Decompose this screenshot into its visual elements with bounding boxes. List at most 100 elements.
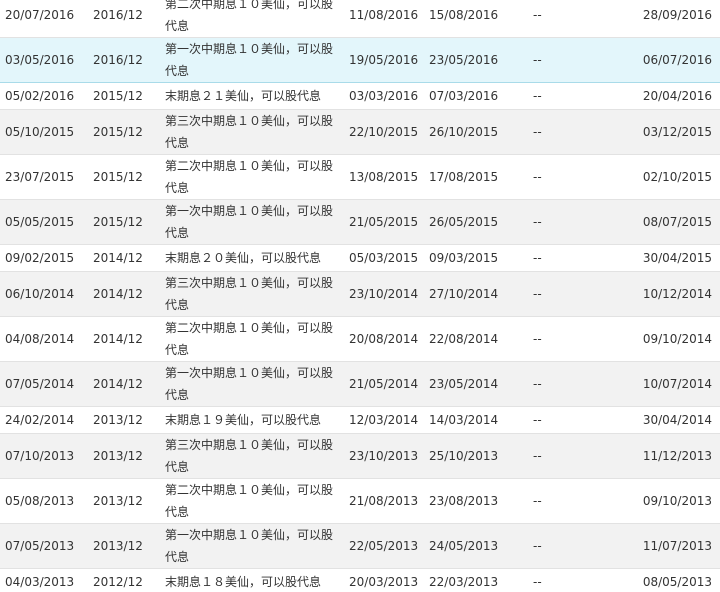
table-row: 24/02/2014 2013/12 末期息１９美仙，可以股代息 12/03/2014…	[0, 406, 720, 434]
scrip-cell: --	[528, 199, 628, 245]
dividend-details-cell: 第二次中期息１０美仙，可以股代息	[160, 154, 344, 200]
table-row: 07/05/2013 2013/12 第一次中期息１０美仙，可以股代息 22/05/2…	[0, 523, 720, 569]
announce-date-cell: 05/05/2015	[0, 199, 88, 245]
pay-date-cell: 02/10/2015	[628, 154, 720, 200]
pay-date-cell: 30/04/2015	[628, 244, 720, 272]
fiscal-year-cell: 2013/12	[88, 406, 160, 434]
table-row: 05/10/2015 2015/12 第三次中期息１０美仙，可以股代息 22/10/2…	[0, 109, 720, 155]
scrip-cell: --	[528, 478, 628, 524]
ex-date-cell: 23/10/2013	[344, 433, 424, 479]
dividend-history-table: 20/07/2016 2016/12 第二次中期息１０美仙，可以股代息 11/08/2…	[0, 0, 720, 592]
ex-date-cell: 19/05/2016	[344, 37, 424, 83]
dividend-details-cell: 第三次中期息１０美仙，可以股代息	[160, 109, 344, 155]
book-close-date-cell: 14/03/2014	[424, 406, 528, 434]
pay-date-cell: 10/07/2014	[628, 361, 720, 407]
fiscal-year-cell: 2013/12	[88, 433, 160, 479]
fiscal-year-cell: 2013/12	[88, 523, 160, 569]
pay-date-cell: 20/04/2016	[628, 82, 720, 110]
dividend-details-cell: 第一次中期息１０美仙，可以股代息	[160, 37, 344, 83]
table-row: 06/10/2014 2014/12 第三次中期息１０美仙，可以股代息 23/10/2…	[0, 271, 720, 317]
dividend-details-cell: 末期息１８美仙，可以股代息	[160, 568, 344, 592]
ex-date-cell: 21/08/2013	[344, 478, 424, 524]
book-close-date-cell: 17/08/2015	[424, 154, 528, 200]
pay-date-cell: 11/12/2013	[628, 433, 720, 479]
scrip-cell: --	[528, 244, 628, 272]
ex-date-cell: 20/08/2014	[344, 316, 424, 362]
table-row: 05/08/2013 2013/12 第二次中期息１０美仙，可以股代息 21/08/2…	[0, 478, 720, 524]
table-row: 09/02/2015 2014/12 末期息２０美仙，可以股代息 05/03/2015…	[0, 244, 720, 272]
dividend-details-cell: 第三次中期息１０美仙，可以股代息	[160, 433, 344, 479]
pay-date-cell: 30/04/2014	[628, 406, 720, 434]
table-row: 04/08/2014 2014/12 第二次中期息１０美仙，可以股代息 20/08/2…	[0, 316, 720, 362]
announce-date-cell: 07/05/2014	[0, 361, 88, 407]
book-close-date-cell: 09/03/2015	[424, 244, 528, 272]
scrip-cell: --	[528, 0, 628, 38]
dividend-details-cell: 第二次中期息１０美仙，可以股代息	[160, 0, 344, 38]
scrip-cell: --	[528, 316, 628, 362]
fiscal-year-cell: 2015/12	[88, 109, 160, 155]
dividend-details-cell: 第二次中期息１０美仙，可以股代息	[160, 316, 344, 362]
ex-date-cell: 21/05/2014	[344, 361, 424, 407]
announce-date-cell: 07/10/2013	[0, 433, 88, 479]
announce-date-cell: 20/07/2016	[0, 0, 88, 38]
fiscal-year-cell: 2016/12	[88, 0, 160, 38]
ex-date-cell: 22/10/2015	[344, 109, 424, 155]
fiscal-year-cell: 2014/12	[88, 244, 160, 272]
book-close-date-cell: 24/05/2013	[424, 523, 528, 569]
ex-date-cell: 21/05/2015	[344, 199, 424, 245]
scrip-cell: --	[528, 82, 628, 110]
announce-date-cell: 05/08/2013	[0, 478, 88, 524]
book-close-date-cell: 22/03/2013	[424, 568, 528, 592]
ex-date-cell: 03/03/2016	[344, 82, 424, 110]
announce-date-cell: 24/02/2014	[0, 406, 88, 434]
table-row: 05/05/2015 2015/12 第一次中期息１０美仙，可以股代息 21/05/2…	[0, 199, 720, 245]
pay-date-cell: 11/07/2013	[628, 523, 720, 569]
fiscal-year-cell: 2014/12	[88, 316, 160, 362]
fiscal-year-cell: 2012/12	[88, 568, 160, 592]
ex-date-cell: 12/03/2014	[344, 406, 424, 434]
dividend-details-cell: 末期息１９美仙，可以股代息	[160, 406, 344, 434]
announce-date-cell: 04/03/2013	[0, 568, 88, 592]
scrip-cell: --	[528, 154, 628, 200]
announce-date-cell: 09/02/2015	[0, 244, 88, 272]
scrip-cell: --	[528, 523, 628, 569]
table-row: 07/05/2014 2014/12 第一次中期息１０美仙，可以股代息 21/05/2…	[0, 361, 720, 407]
fiscal-year-cell: 2014/12	[88, 361, 160, 407]
table-row: 20/07/2016 2016/12 第二次中期息１０美仙，可以股代息 11/08/2…	[0, 0, 720, 38]
scrip-cell: --	[528, 109, 628, 155]
book-close-date-cell: 23/05/2016	[424, 37, 528, 83]
book-close-date-cell: 26/05/2015	[424, 199, 528, 245]
table-row: 03/05/2016 2016/12 第一次中期息１０美仙，可以股代息 19/05/2…	[0, 37, 720, 83]
pay-date-cell: 09/10/2014	[628, 316, 720, 362]
ex-date-cell: 05/03/2015	[344, 244, 424, 272]
pay-date-cell: 03/12/2015	[628, 109, 720, 155]
table-row: 07/10/2013 2013/12 第三次中期息１０美仙，可以股代息 23/10/2…	[0, 433, 720, 479]
book-close-date-cell: 07/03/2016	[424, 82, 528, 110]
pay-date-cell: 08/07/2015	[628, 199, 720, 245]
announce-date-cell: 07/05/2013	[0, 523, 88, 569]
pay-date-cell: 10/12/2014	[628, 271, 720, 317]
announce-date-cell: 04/08/2014	[0, 316, 88, 362]
announce-date-cell: 03/05/2016	[0, 37, 88, 83]
pay-date-cell: 09/10/2013	[628, 478, 720, 524]
dividend-details-cell: 第二次中期息１０美仙，可以股代息	[160, 478, 344, 524]
scrip-cell: --	[528, 406, 628, 434]
book-close-date-cell: 23/05/2014	[424, 361, 528, 407]
scrip-cell: --	[528, 271, 628, 317]
table-row: 04/03/2013 2012/12 末期息１８美仙，可以股代息 20/03/2013…	[0, 568, 720, 592]
fiscal-year-cell: 2015/12	[88, 154, 160, 200]
scrip-cell: --	[528, 433, 628, 479]
fiscal-year-cell: 2015/12	[88, 82, 160, 110]
dividend-details-cell: 末期息２１美仙，可以股代息	[160, 82, 344, 110]
announce-date-cell: 06/10/2014	[0, 271, 88, 317]
ex-date-cell: 23/10/2014	[344, 271, 424, 317]
book-close-date-cell: 27/10/2014	[424, 271, 528, 317]
ex-date-cell: 13/08/2015	[344, 154, 424, 200]
fiscal-year-cell: 2015/12	[88, 199, 160, 245]
book-close-date-cell: 22/08/2014	[424, 316, 528, 362]
dividend-table-body: 20/07/2016 2016/12 第二次中期息１０美仙，可以股代息 11/08/2…	[0, 0, 720, 592]
ex-date-cell: 22/05/2013	[344, 523, 424, 569]
pay-date-cell: 28/09/2016	[628, 0, 720, 38]
ex-date-cell: 11/08/2016	[344, 0, 424, 38]
scrip-cell: --	[528, 361, 628, 407]
